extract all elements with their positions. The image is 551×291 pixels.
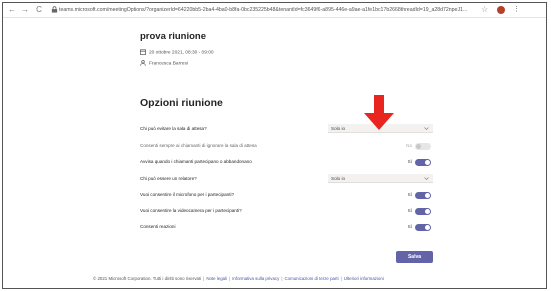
meeting-title: prova riunione	[140, 31, 206, 42]
footer-link-legal[interactable]: Note legali	[206, 276, 227, 281]
announce-callers-label: Avvisa quando i chiamanti partecipano o …	[140, 159, 252, 164]
meeting-datetime: 20 ottobre 2021, 08:30 - 09:00	[149, 50, 214, 56]
red-arrow-annotation	[364, 95, 394, 130]
allow-reactions-toggle[interactable]	[415, 224, 431, 231]
browser-toolbar: ← → C teams.microsoft.com/meetingOptions…	[3, 3, 546, 18]
calendar-icon	[140, 49, 146, 55]
address-bar[interactable]: teams.microsoft.com/meetingOptions/?orga…	[59, 5, 469, 15]
lobby-bypass-value: Solo io	[331, 126, 346, 131]
reload-icon[interactable]: C	[34, 4, 44, 16]
allow-camera-state: Sì	[407, 208, 412, 213]
toggle-knob	[425, 225, 430, 230]
save-button[interactable]: Salva	[396, 251, 433, 263]
allow-camera-label: Vuoi consentire la videocamera per i par…	[140, 208, 242, 213]
toggle-knob	[425, 209, 430, 214]
callers-bypass-label: Consenti sempre ai chiamanti di ignorare…	[140, 143, 257, 148]
presenter-value: Solo io	[331, 176, 346, 181]
browser-menu-icon[interactable]: ⋮	[513, 4, 520, 16]
meeting-organizer: Francesca Barresi	[149, 61, 188, 67]
lock-icon	[51, 6, 58, 13]
chevron-down-icon	[424, 127, 429, 130]
options-heading: Opzioni riunione	[140, 97, 223, 109]
footer-link-third-party[interactable]: Comunicazioni di terze parti	[284, 276, 338, 281]
star-icon[interactable]: ☆	[481, 4, 488, 16]
page-footer: © 2021 Microsoft Corporation. Tutti i di…	[93, 276, 384, 281]
meeting-datetime-line: 20 ottobre 2021, 08:30 - 09:00	[140, 49, 214, 57]
footer-link-privacy[interactable]: Informativa sulla privacy	[232, 276, 279, 281]
toggle-knob	[425, 193, 430, 198]
browser-window: ← → C teams.microsoft.com/meetingOptions…	[2, 2, 547, 289]
allow-reactions-state: Sì	[407, 224, 412, 229]
forward-arrow-icon[interactable]: →	[20, 4, 30, 16]
presenter-select[interactable]: Solo io	[328, 174, 433, 183]
callers-bypass-toggle[interactable]	[415, 143, 431, 150]
allow-mic-toggle[interactable]	[415, 192, 431, 199]
callers-bypass-state: No	[406, 143, 412, 148]
footer-copyright: © 2021 Microsoft Corporation. Tutti i di…	[93, 276, 202, 281]
announce-callers-state: Sì	[407, 159, 412, 164]
allow-mic-label: Vuoi consentire il microfono per i parte…	[140, 192, 235, 197]
allow-reactions-label: Consenti reazioni	[140, 224, 176, 229]
toggle-knob	[416, 144, 421, 149]
back-arrow-icon[interactable]: ←	[7, 4, 17, 16]
profile-avatar[interactable]	[497, 6, 505, 14]
allow-camera-toggle[interactable]	[415, 208, 431, 215]
allow-mic-state: Sì	[407, 192, 412, 197]
presenter-label: Chi può essere un relatore?	[140, 176, 197, 181]
person-icon	[140, 60, 146, 66]
toggle-knob	[425, 160, 430, 165]
chevron-down-icon	[424, 177, 429, 180]
lobby-bypass-label: Chi può evitare la sala di attesa?	[140, 126, 207, 131]
meeting-organizer-line: Francesca Barresi	[140, 60, 188, 68]
footer-link-more-info[interactable]: Ulteriori informazioni	[344, 276, 384, 281]
announce-callers-toggle[interactable]	[415, 159, 431, 166]
